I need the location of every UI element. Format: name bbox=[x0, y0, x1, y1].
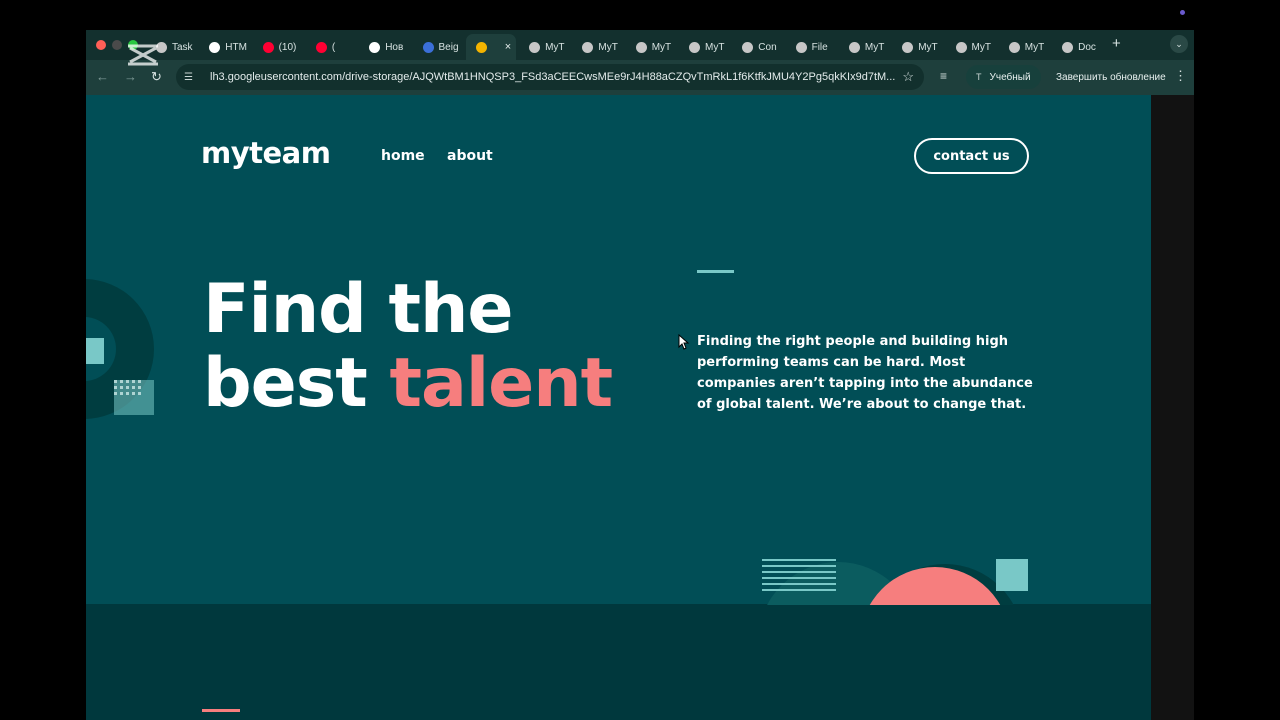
site-settings-icon[interactable]: ☰ bbox=[184, 72, 198, 83]
browser-tab[interactable]: ( bbox=[306, 34, 356, 60]
page-right-gutter bbox=[1151, 95, 1194, 720]
browser-tab[interactable]: File bbox=[786, 34, 836, 60]
tab-title: MyT bbox=[864, 41, 885, 53]
screen: Task HTM (10) ( Hoв Beig × MyT MyT MyT MyT Con File M… bbox=[0, 0, 1280, 720]
tab-title: MyT bbox=[918, 41, 938, 53]
browser-menu-icon[interactable]: ⋮ bbox=[1174, 68, 1187, 84]
tab-favicon-icon bbox=[689, 41, 700, 53]
right-decorative-graphic bbox=[762, 559, 1028, 605]
myteam-landing-page: myteam home about contact us Find the be… bbox=[86, 95, 1151, 720]
browser-window: Task HTM (10) ( Hoв Beig × MyT MyT MyT MyT Con File M… bbox=[86, 30, 1194, 720]
tab-title: Doc bbox=[1078, 41, 1096, 53]
tab-favicon-icon bbox=[848, 41, 860, 53]
close-window-button[interactable] bbox=[96, 40, 106, 50]
tab-favicon-icon bbox=[529, 41, 541, 53]
browser-tab[interactable]: MyT bbox=[679, 34, 729, 60]
tab-title: MyT bbox=[705, 41, 725, 53]
nav-about-link[interactable]: about bbox=[447, 148, 493, 164]
tab-title: ( bbox=[331, 41, 336, 53]
browser-tab[interactable]: Hoв bbox=[359, 34, 409, 60]
close-tab-icon[interactable]: × bbox=[505, 41, 511, 53]
contact-us-button[interactable]: contact us bbox=[914, 138, 1029, 174]
tab-favicon-icon bbox=[902, 41, 914, 53]
browser-tab[interactable]: Doc bbox=[1052, 34, 1102, 60]
tab-favicon-icon bbox=[422, 41, 434, 53]
tab-title: Hoв bbox=[385, 41, 404, 53]
tab-favicon-icon bbox=[209, 41, 221, 53]
tab-title: Beig bbox=[438, 41, 459, 53]
hero-title-line-1: Find the bbox=[203, 270, 514, 349]
left-decorative-circle-graphic bbox=[86, 279, 154, 419]
lower-section-background bbox=[86, 604, 1151, 720]
minimize-window-button[interactable] bbox=[112, 40, 122, 50]
hero-paragraph: Finding the right people and building hi… bbox=[697, 334, 1033, 412]
browser-toolbar: ← → ↻ ☰ lh3.googleusercontent.com/drive-… bbox=[86, 60, 1194, 95]
nav-home-link[interactable]: home bbox=[381, 148, 425, 164]
finish-update-button[interactable]: Завершить обновление bbox=[1048, 65, 1174, 89]
tab-favicon-icon bbox=[1062, 41, 1074, 53]
browser-tab[interactable]: MyT bbox=[999, 34, 1049, 60]
recorder-logo-icon bbox=[128, 44, 158, 66]
active-tab[interactable]: × bbox=[465, 34, 516, 60]
tab-title: MyT bbox=[651, 41, 672, 53]
tab-title: MyT bbox=[1024, 41, 1045, 53]
browser-tab[interactable]: Con bbox=[732, 34, 782, 60]
hero-title-line-2: best bbox=[203, 344, 390, 423]
tab-title: MyT bbox=[545, 41, 565, 53]
tab-title: (10) bbox=[278, 41, 297, 53]
profile-chip[interactable]: T Учебный bbox=[966, 65, 1041, 89]
mouse-pointer-icon bbox=[678, 334, 690, 350]
site-logo[interactable]: myteam bbox=[201, 136, 331, 170]
browser-tab[interactable]: MyT bbox=[519, 34, 569, 60]
address-bar[interactable]: ☰ lh3.googleusercontent.com/drive-storag… bbox=[176, 64, 924, 90]
section-accent-line bbox=[202, 709, 240, 712]
profile-label: Учебный bbox=[989, 71, 1031, 83]
recording-indicator bbox=[1180, 10, 1185, 15]
tab-search-icon[interactable]: ⌄ bbox=[1170, 35, 1188, 53]
hero-title: Find the best talent bbox=[203, 270, 613, 423]
browser-tab[interactable]: MyT bbox=[946, 34, 996, 60]
hero-title-accent: talent bbox=[389, 344, 613, 423]
tab-favicon-icon bbox=[369, 41, 381, 53]
tab-title: Con bbox=[758, 41, 777, 53]
forward-arrow-icon[interactable]: → bbox=[124, 69, 137, 84]
tab-title: File bbox=[811, 41, 828, 53]
tab-title: MyT bbox=[598, 41, 618, 53]
tab-title: HTM bbox=[225, 41, 247, 53]
reading-list-icon[interactable]: ≡ bbox=[940, 69, 947, 83]
browser-tab[interactable]: MyT bbox=[626, 34, 676, 60]
url-text[interactable]: lh3.googleusercontent.com/drive-storage/… bbox=[210, 71, 900, 83]
browser-tab[interactable]: MyT bbox=[892, 34, 942, 60]
tab-favicon-icon bbox=[955, 41, 967, 53]
tab-favicon-icon bbox=[635, 41, 647, 53]
tab-favicon-icon bbox=[315, 41, 327, 53]
tab-favicon-icon bbox=[742, 41, 754, 53]
tab-favicon-icon bbox=[475, 41, 487, 53]
tab-strip: Task HTM (10) ( Hoв Beig × MyT MyT MyT MyT Con File M… bbox=[86, 30, 1194, 60]
new-tab-button[interactable]: + bbox=[1112, 35, 1121, 52]
tab-title: Task bbox=[172, 41, 193, 53]
reload-icon[interactable]: ↻ bbox=[151, 69, 162, 85]
tab-favicon-icon bbox=[795, 41, 807, 53]
tab-favicon-icon bbox=[582, 41, 594, 53]
tab-title: MyT bbox=[971, 41, 991, 53]
browser-tab[interactable]: HTM bbox=[199, 34, 249, 60]
browser-tab[interactable]: MyT bbox=[572, 34, 622, 60]
profile-avatar: T bbox=[976, 72, 982, 82]
browser-tab[interactable]: (10) bbox=[253, 34, 303, 60]
browser-tab[interactable]: MyT bbox=[839, 34, 889, 60]
back-arrow-icon[interactable]: ← bbox=[96, 69, 109, 84]
tab-favicon-icon bbox=[1008, 41, 1020, 53]
browser-tab[interactable]: Beig bbox=[413, 34, 463, 60]
bookmark-star-icon[interactable]: ☆ bbox=[902, 69, 914, 85]
tab-favicon-icon bbox=[262, 41, 274, 53]
page-viewport: myteam home about contact us Find the be… bbox=[86, 95, 1194, 720]
hero-accent-line bbox=[697, 270, 734, 273]
